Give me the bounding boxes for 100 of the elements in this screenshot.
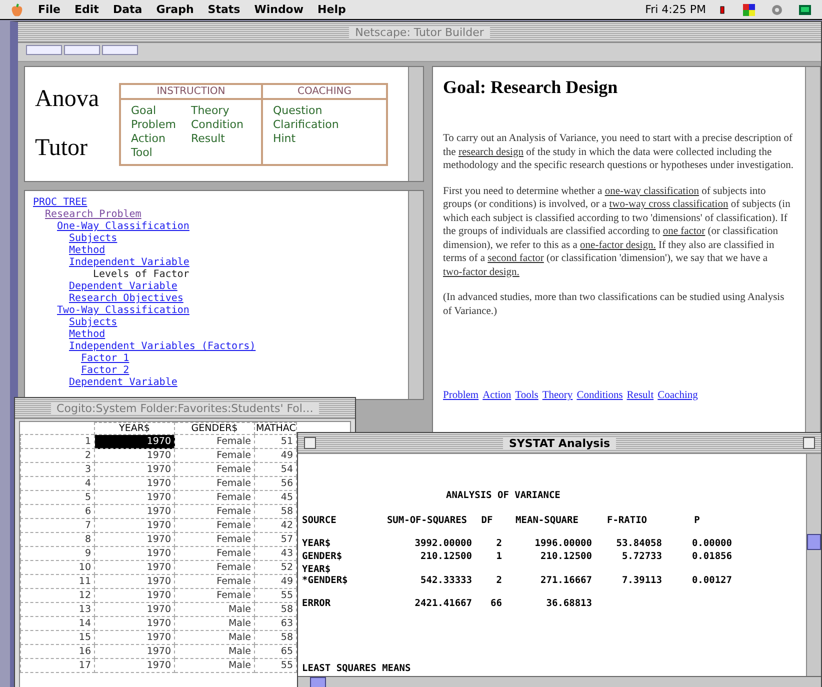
menu-item[interactable]: Data [112,3,142,16]
table-cell[interactable]: 1970 [94,448,174,462]
table-cell[interactable]: 1970 [94,546,174,560]
nav-link[interactable]: Result [190,132,251,146]
table-cell[interactable]: Female [174,518,254,532]
scroll-bar[interactable] [408,67,423,181]
nav-link[interactable]: Tool [130,146,191,160]
table-cell[interactable]: Male [174,630,254,644]
nav-link[interactable]: Clarification [272,118,376,132]
table-cell[interactable]: 1970 [94,630,174,644]
table-cell[interactable]: 1970 [94,532,174,546]
inline-link[interactable]: research design [458,146,524,158]
table-cell[interactable]: 1970 [94,602,174,616]
table-cell[interactable]: Female [174,434,254,448]
tree-link[interactable]: Method [69,245,106,257]
toolbar-tab[interactable] [102,45,138,55]
table-cell[interactable]: Female [174,490,254,504]
table-cell[interactable]: 1970 [94,658,174,672]
tree-link[interactable]: Research Problem [45,209,142,221]
column-header[interactable]: MATHAC [254,422,296,434]
table-cell[interactable]: Female [174,574,254,588]
table-cell[interactable]: 1970 [94,574,174,588]
menu-item[interactable]: File [38,3,61,16]
table-cell[interactable]: 1970 [94,504,174,518]
footer-link[interactable]: Result [626,390,654,401]
table-cell[interactable]: Female [174,476,254,490]
table-cell[interactable]: Male [174,602,254,616]
tree-link[interactable]: Method [69,329,106,341]
inline-link[interactable]: one-factor design. [580,240,656,250]
inline-link[interactable]: one-way classification [604,186,699,196]
zoom-box[interactable] [803,437,815,449]
row-number: 16 [20,644,94,658]
nav-link[interactable]: Condition [190,118,251,132]
table-cell[interactable]: 1970 [94,518,174,532]
column-header[interactable]: GENDER$ [174,422,254,434]
tree-link[interactable]: One-Way Classification [57,221,190,233]
menu-item[interactable]: Stats [208,3,240,16]
row-number: 4 [20,476,94,490]
table-cell[interactable]: Female [174,462,254,476]
table-cell[interactable]: Female [174,504,254,518]
toolbar-tab[interactable] [64,45,100,55]
inline-link[interactable]: second factor [488,253,544,264]
footer-link[interactable]: Tools [515,390,538,401]
output-value: 1 [495,551,502,562]
inline-link[interactable]: two-factor design. [443,266,520,278]
menu-item[interactable]: Help [318,3,346,16]
tree-link[interactable]: Research Objectives [69,293,184,305]
close-box[interactable] [304,437,316,449]
footer-link[interactable]: Coaching [658,390,698,401]
tree-link[interactable]: Factor 1 [81,353,130,365]
tree-link[interactable]: PROC TREE [33,197,88,209]
tree-link[interactable]: Independent Variables (Factors) [69,341,256,353]
nav-link[interactable]: Goal [130,104,191,118]
tree-link[interactable]: Dependent Variable [69,377,178,389]
table-cell[interactable]: Male [174,658,254,672]
menu-item[interactable]: Edit [74,3,99,16]
table-cell[interactable]: 1970 [94,476,174,490]
apple-icon [10,2,24,16]
scroll-bar[interactable] [298,676,821,687]
table-cell[interactable]: 1970 [94,616,174,630]
row-number: 6 [20,504,94,518]
scroll-thumb[interactable] [310,677,326,687]
table-cell[interactable]: Male [174,644,254,658]
table-cell[interactable]: 1970 [94,462,174,476]
scroll-thumb[interactable] [807,534,821,550]
table-cell[interactable]: 1970 [94,560,174,574]
tree-link[interactable]: Factor 2 [81,365,130,377]
nav-link[interactable]: Problem [130,118,191,132]
footer-link[interactable]: Conditions [576,390,623,401]
footer-link[interactable]: Problem [443,390,479,401]
table-cell[interactable]: 1970 [94,588,174,602]
window-title: SYSTAT Analysis [502,436,616,450]
scroll-bar[interactable] [805,67,820,433]
table-cell[interactable]: Female [174,560,254,574]
footer-link[interactable]: Action [482,390,512,401]
inline-link[interactable]: two-way cross classification [609,199,728,210]
inline-link[interactable]: one factor [662,226,706,237]
table-cell[interactable]: Male [174,616,254,630]
nav-link[interactable]: Question [272,104,376,118]
scroll-bar[interactable] [408,191,423,399]
tree-link[interactable]: Dependent Variable [69,281,178,293]
tree-link[interactable]: Independent Variable [69,257,190,269]
footer-link[interactable]: Theory [542,390,573,401]
nav-link[interactable]: Hint [272,132,376,146]
table-cell[interactable]: Female [174,546,254,560]
tree-link[interactable]: Subjects [69,317,118,329]
scroll-bar[interactable] [806,454,821,676]
table-cell[interactable]: Female [174,588,254,602]
table-cell[interactable]: 1970 [94,490,174,504]
table-cell[interactable]: 1970 [94,644,174,658]
nav-link[interactable]: Theory [190,104,251,118]
table-cell[interactable]: Female [174,448,254,462]
tree-link[interactable]: Two-Way Classification [57,305,190,317]
table-cell[interactable]: Female [174,532,254,546]
tree-link[interactable]: Subjects [69,233,118,245]
menu-item[interactable]: Graph [156,3,194,16]
menu-item[interactable]: Window [254,3,304,16]
table-cell[interactable]: 1970 [94,434,174,448]
toolbar-tab[interactable] [26,45,62,55]
nav-link[interactable]: Action [130,132,191,146]
